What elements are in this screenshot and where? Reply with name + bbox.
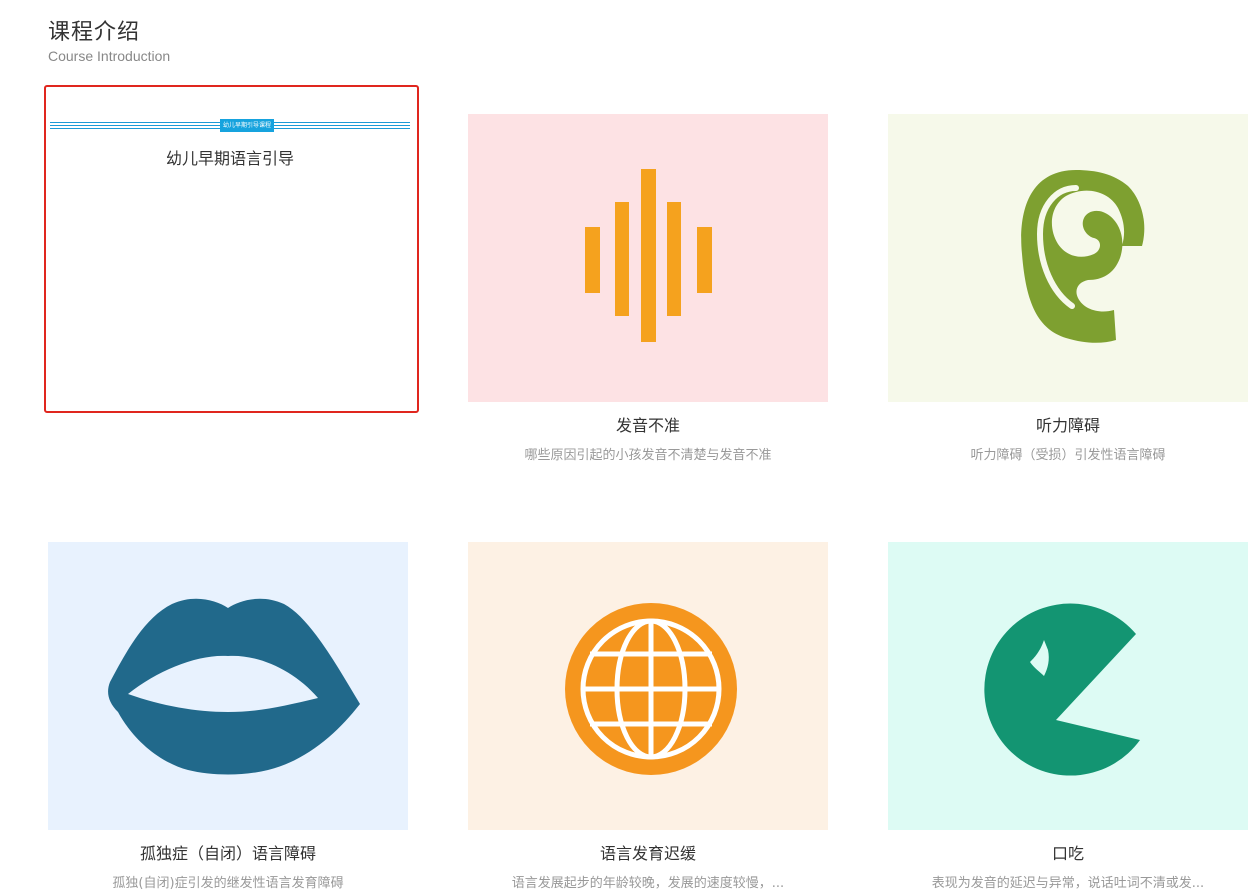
course-title[interactable]: 发音不准: [468, 412, 828, 436]
banner-tag: 幼儿早期引导课程: [220, 119, 274, 132]
course-description: 表现为发音的延迟与异常，说话吐词不清或发...: [931, 876, 1205, 891]
page-title: 课程介绍: [48, 20, 141, 45]
course-description: 孤独(自闭)症引发的继发性语言发育障碍: [112, 876, 344, 891]
course-title[interactable]: 孤独症（自闭）语言障碍: [48, 840, 408, 864]
course-thumbnail[interactable]: [48, 542, 408, 830]
course-thumbnail[interactable]: [468, 542, 828, 830]
course-title[interactable]: 语言发育迟缓: [468, 840, 828, 864]
banner-image: 幼儿早期引导课程: [50, 119, 410, 133]
course-thumbnail[interactable]: [888, 542, 1248, 830]
globe-icon: [565, 603, 737, 775]
course-thumbnail[interactable]: [888, 114, 1248, 402]
ear-icon: [1021, 170, 1145, 343]
sound-wave-icon: [585, 169, 712, 342]
course-thumbnail[interactable]: [468, 114, 828, 402]
featured-course-card[interactable]: 幼儿早期引导课程 幼儿早期语言引导: [44, 85, 419, 413]
course-description: 听力障碍（受损）引发性语言障碍: [970, 448, 1166, 463]
course-title[interactable]: 听力障碍: [888, 412, 1248, 436]
lips-icon: [108, 598, 360, 775]
course-description: 哪些原因引起的小孩发音不清楚与发音不准: [524, 448, 772, 463]
pacman-icon: [984, 603, 1140, 776]
featured-course-title[interactable]: 幼儿早期语言引导: [50, 145, 410, 169]
course-title[interactable]: 口吃: [888, 840, 1248, 864]
page-subtitle: Course Introduction: [48, 48, 171, 64]
course-description: 语言发展起步的年龄较晚，发展的速度较慢，...: [511, 876, 785, 891]
